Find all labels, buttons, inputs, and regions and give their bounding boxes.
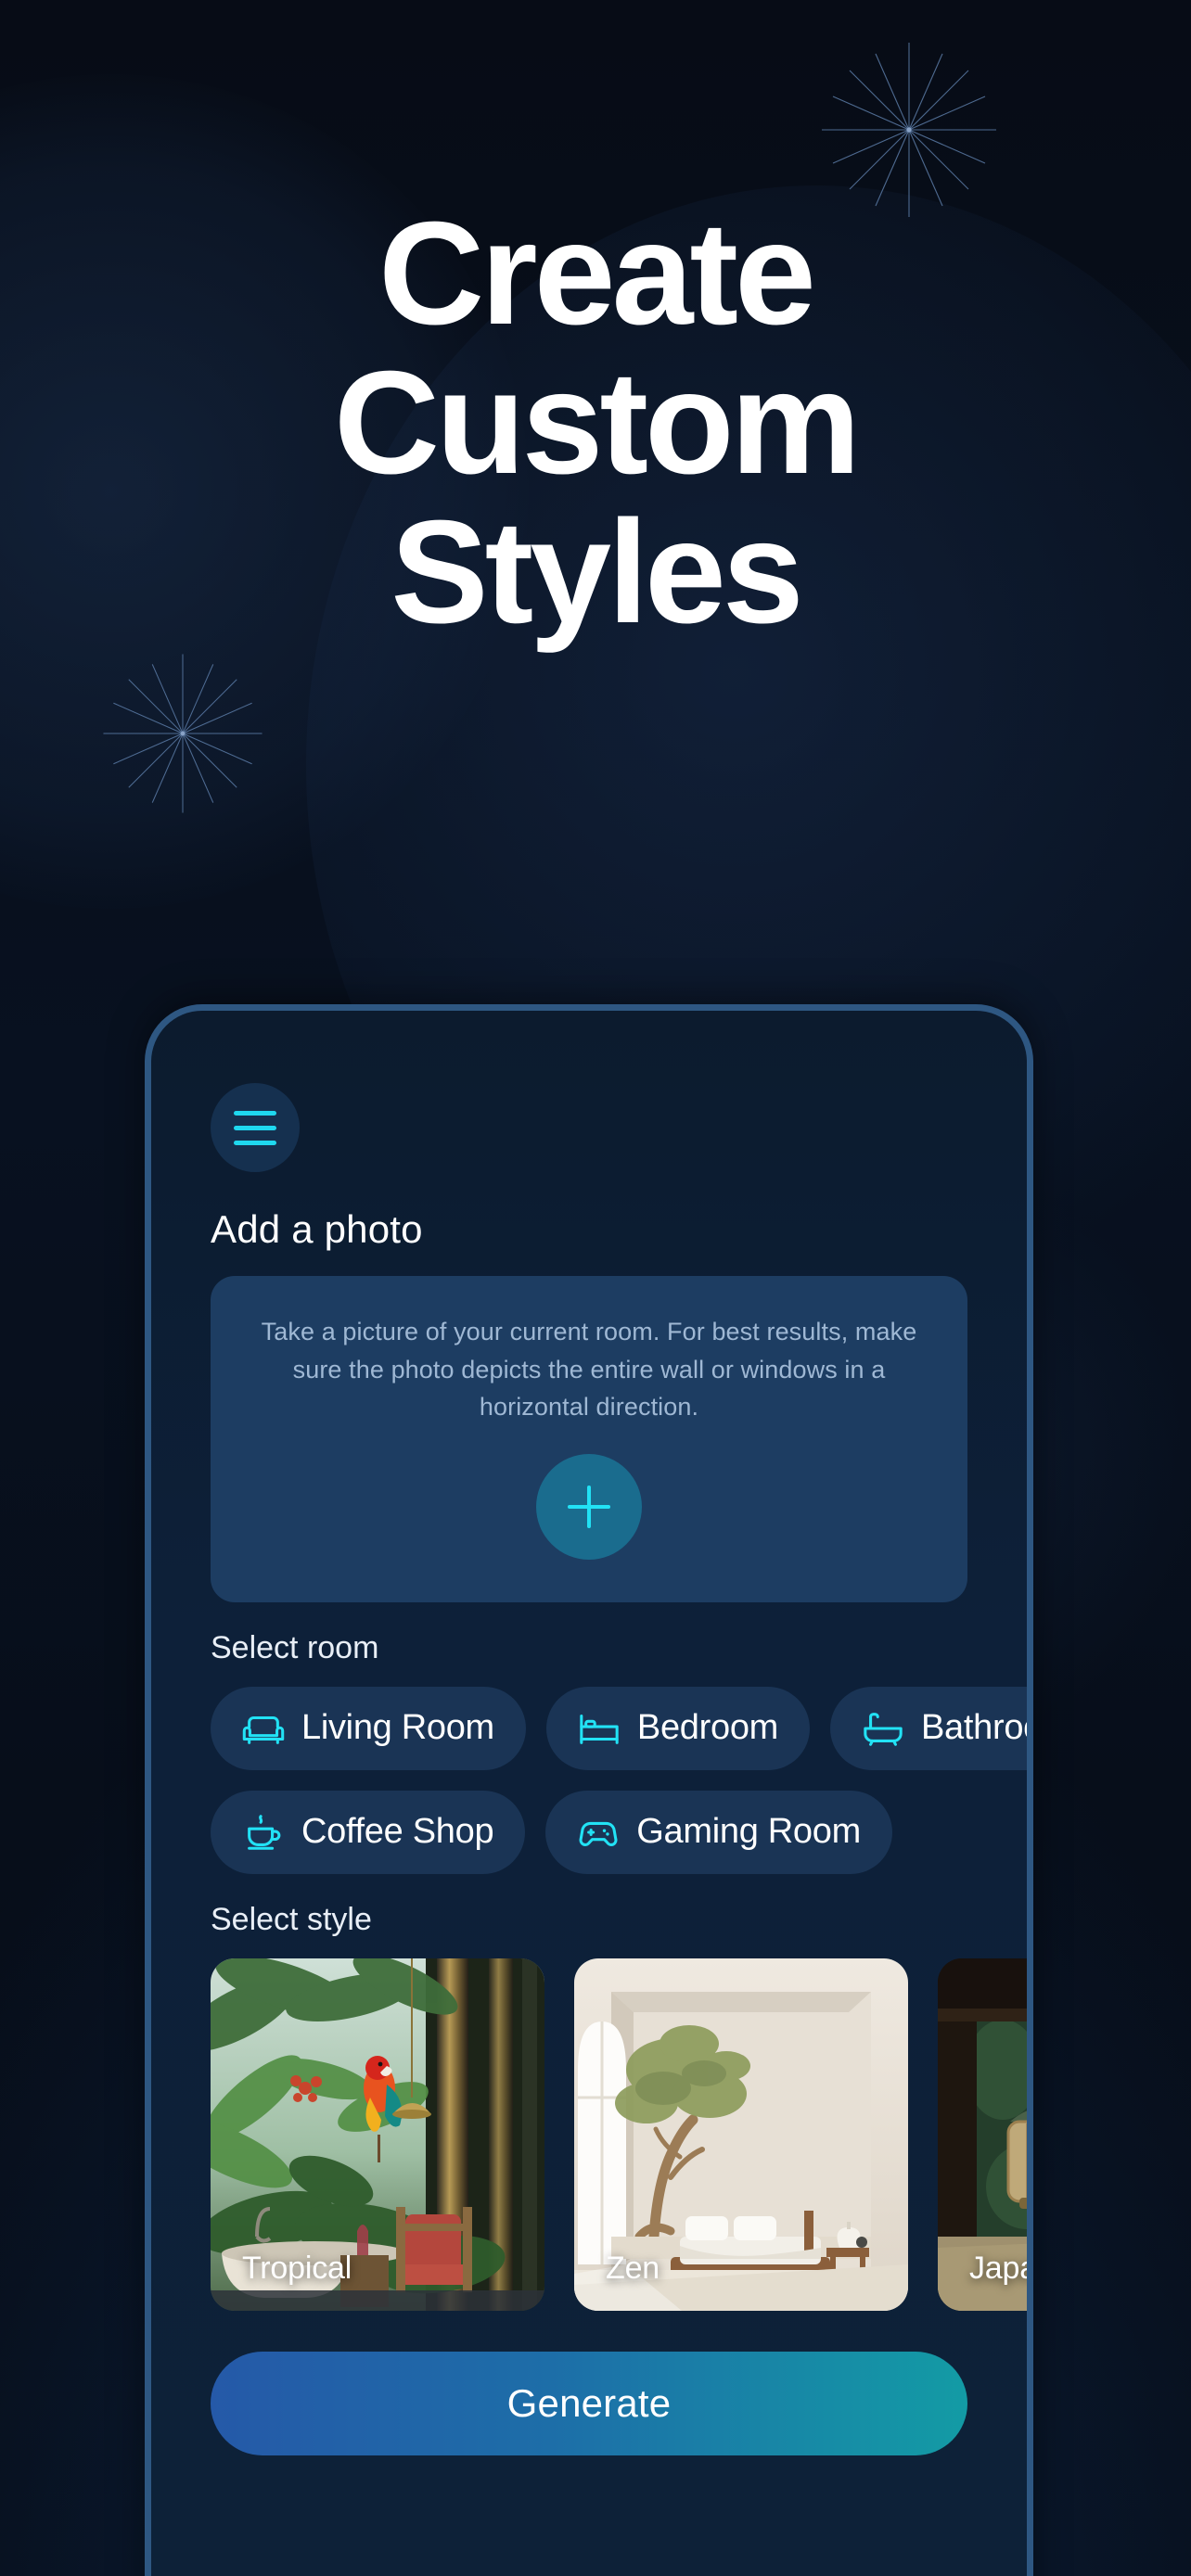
room-chip-label: Coffee Shop [301,1812,494,1851]
sofa-icon [242,1707,285,1750]
room-chip-coffee-shop[interactable]: Coffee Shop [211,1790,526,1874]
photo-upload-box[interactable]: Take a picture of your current room. For… [211,1276,967,1602]
coffee-cup-icon [242,1811,285,1854]
style-card-label: Tropical [242,2250,352,2286]
bathtub-icon [862,1707,904,1750]
hamburger-menu-icon[interactable] [211,1083,300,1172]
headline-line-1: Create [378,192,816,355]
room-chip-label: Living Room [301,1708,494,1747]
room-chip-living-room[interactable]: Living Room [211,1686,526,1770]
headline-line-3: Styles [391,491,804,655]
room-chip-gaming-room[interactable]: Gaming Room [545,1790,892,1874]
poster-canvas: Create Custom Styles Add a photo Take a … [0,0,1191,2576]
sparkle-star-icon [816,37,1002,223]
room-chip-bedroom[interactable]: Bedroom [545,1686,811,1770]
style-card-japandi[interactable]: Japandi [938,1958,1027,2311]
page-title: Create Custom Styles [0,192,1191,655]
style-card-tropical[interactable]: Tropical [211,1958,544,2311]
menu-bar-2 [234,1125,276,1130]
style-card-zen[interactable]: Zen [574,1958,908,2311]
menu-bar-3 [234,1140,276,1145]
photo-upload-hint: Take a picture of your current room. For… [261,1318,917,1421]
room-chip-bathroom[interactable]: Bathroom [830,1686,1027,1770]
room-chip-row-2: Coffee Shop Gaming Room [211,1790,1027,1874]
gamepad-icon [577,1811,620,1854]
room-chip-label: Bedroom [636,1708,779,1747]
menu-bar-1 [234,1110,276,1116]
phone-mockup: Add a photo Take a picture of your curre… [145,1004,1033,2576]
style-card-label: Japandi [969,2250,1027,2286]
select-style-title: Select style [211,1901,372,1937]
room-chip-label: Gaming Room [636,1812,861,1851]
bed-icon [578,1707,621,1750]
app-screen: Add a photo Take a picture of your curre… [151,1011,1027,2576]
style-card-row[interactable]: Tropical Zen Jap [211,1958,1027,2311]
plus-icon[interactable] [536,1453,642,1560]
select-room-title: Select room [211,1629,379,1665]
room-chip-label: Bathroom [921,1708,1027,1747]
style-card-label: Zen [606,2250,660,2286]
headline-line-2: Custom [333,341,861,505]
add-photo-title: Add a photo [211,1207,423,1251]
generate-button[interactable]: Generate [211,2351,967,2455]
room-chip-row-1: Living Room Bedroom Bathro [211,1686,1027,1770]
sparkle-star-icon [98,649,267,818]
